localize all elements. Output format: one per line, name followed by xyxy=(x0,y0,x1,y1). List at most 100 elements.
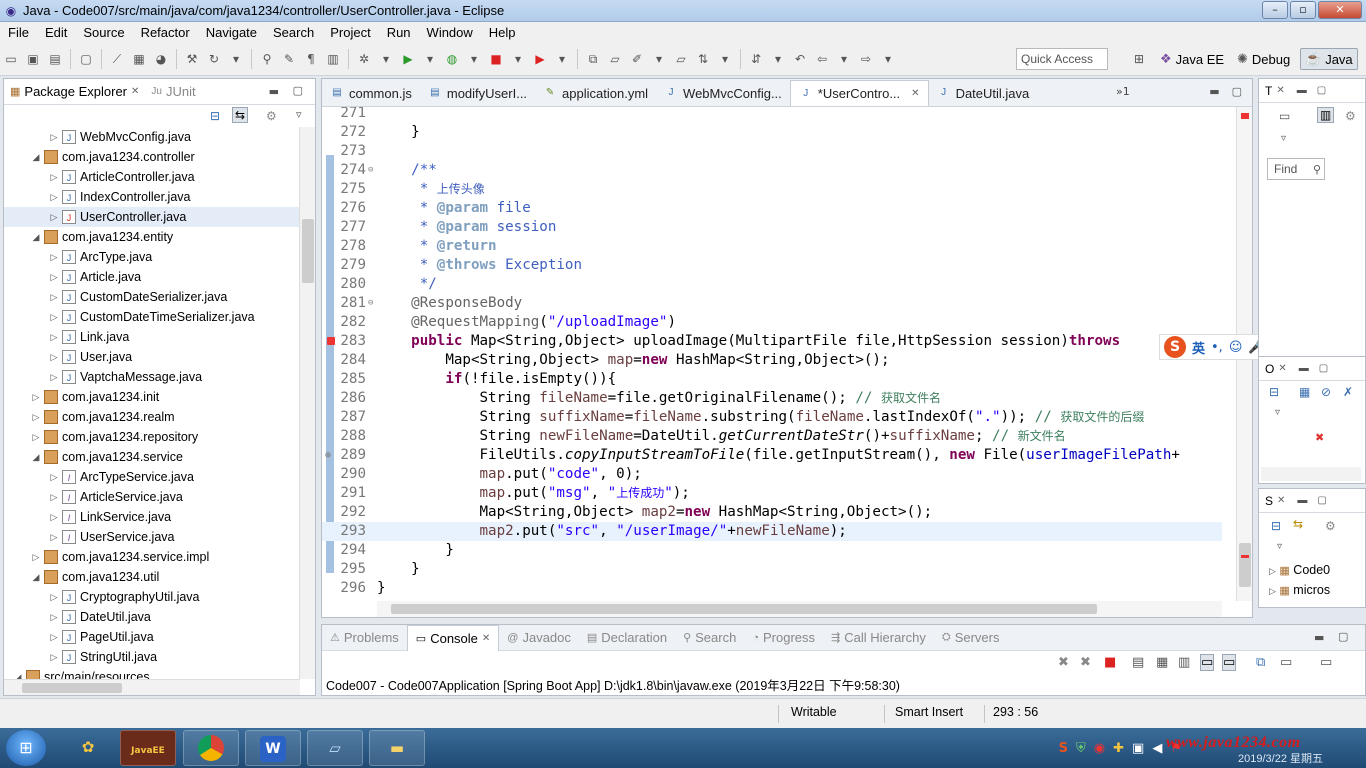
code-line[interactable]: 271 xyxy=(322,107,1222,123)
link-editor-icon[interactable]: ⇆ xyxy=(1293,517,1303,531)
minimize-view-icon[interactable]: ▬ xyxy=(269,85,279,98)
console-tab[interactable]: ▤ Declaration xyxy=(579,630,675,645)
expand-icon[interactable]: ▷ xyxy=(48,592,60,603)
open-resource-icon[interactable]: ▱ xyxy=(672,50,690,68)
code-line[interactable]: 280 */ xyxy=(322,275,1222,294)
maximize-view-icon[interactable]: ▢ xyxy=(1317,85,1326,96)
remove-all-icon[interactable]: ✖ xyxy=(1080,655,1091,670)
code-line[interactable]: 288 String newFileName=DateUtil.getCurre… xyxy=(322,427,1222,446)
close-icon[interactable]: ✕ xyxy=(482,633,490,644)
minimize-view-icon[interactable]: ▬ xyxy=(1299,363,1309,374)
file-node[interactable]: ▷ I LinkService.java xyxy=(4,507,300,527)
expand-icon[interactable]: ▷ xyxy=(48,172,60,183)
file-node[interactable]: ▷ J DateUtil.java xyxy=(4,607,300,627)
open-folder-icon[interactable]: ▱ xyxy=(606,50,624,68)
show-whitespace-icon[interactable]: ¶ xyxy=(302,50,320,68)
file-node[interactable]: ▷ J PageUtil.java xyxy=(4,627,300,647)
new-task-icon[interactable]: ▭ xyxy=(1279,109,1290,123)
sort-icon[interactable]: ▦ xyxy=(1299,385,1310,399)
code-line[interactable]: 290 map.put("code", 0); xyxy=(322,465,1222,484)
code-line[interactable]: 282 @RequestMapping("/uploadImage") xyxy=(322,313,1222,332)
expand-icon[interactable]: ▷ xyxy=(30,412,42,423)
tab-junit[interactable]: Ju JUnit xyxy=(145,79,201,105)
build-icon[interactable]: ⚒ xyxy=(183,50,201,68)
tab-package-explorer[interactable]: ▦ Package Explorer ✕ xyxy=(4,79,145,105)
save-all-icon[interactable]: ▤ xyxy=(46,50,64,68)
expand-icon[interactable]: ▷ xyxy=(48,512,60,523)
expand-icon[interactable]: ▷ xyxy=(48,252,60,263)
expand-icon[interactable]: ▷ xyxy=(48,272,60,283)
menu-file[interactable]: File xyxy=(0,25,37,40)
minimize-view-icon[interactable]: ▬ xyxy=(1314,631,1324,644)
stop-icon[interactable]: ■ xyxy=(487,50,505,68)
perspective-debug[interactable]: ✺ Debug xyxy=(1233,48,1294,70)
menu-search[interactable]: Search xyxy=(265,25,322,40)
warning-marker-icon[interactable]: ⊗ xyxy=(325,446,331,465)
expand-icon[interactable]: ▷ xyxy=(48,612,60,623)
expand-icon[interactable]: ▷ xyxy=(48,632,60,643)
menu-source[interactable]: Source xyxy=(75,25,132,40)
file-node[interactable]: ▷ I ArcTypeService.java xyxy=(4,467,300,487)
maximize-view-icon[interactable]: ▢ xyxy=(293,84,303,97)
antivirus-tray-icon[interactable]: ◉ xyxy=(1094,741,1105,756)
open-type-icon[interactable]: ⧉ xyxy=(584,50,602,68)
code-line[interactable]: 292 Map<String,Object> map2=new HashMap<… xyxy=(322,503,1222,522)
expand-icon[interactable]: ▷ xyxy=(48,192,60,203)
scroll-thumb[interactable] xyxy=(391,604,1097,614)
annotation-icon[interactable]: ⇅ xyxy=(694,50,712,68)
code-line[interactable]: 293 map2.put("src", "/userImage/"+newFil… xyxy=(322,522,1222,541)
plus-tray-icon[interactable]: ✚ xyxy=(1113,741,1124,756)
new-icon[interactable]: ▭ xyxy=(2,50,20,68)
filter-icon[interactable]: ⚙ xyxy=(266,109,277,123)
fold-collapse-icon[interactable]: ⊖ xyxy=(368,161,373,180)
expand-icon[interactable]: ▷ xyxy=(48,352,60,363)
tab-servers[interactable]: S ✕ ▬ ▢ xyxy=(1259,489,1365,513)
maximize-view-icon[interactable]: ▢ xyxy=(1338,630,1348,643)
file-node[interactable]: ▷ J CustomDateTimeSerializer.java xyxy=(4,307,300,327)
link-editor-icon[interactable]: ⇆ xyxy=(232,107,249,123)
package-node[interactable]: ▷ com.java1234.realm xyxy=(4,407,300,427)
expand-icon[interactable]: ▷ xyxy=(48,212,60,223)
dropdown-icon[interactable]: ▾ xyxy=(465,50,483,68)
taskbar-date[interactable]: 2019/3/22 星期五 xyxy=(1238,750,1323,766)
maximize-view-icon[interactable]: ▢ xyxy=(1319,363,1328,374)
taskbar-app-wps[interactable]: W xyxy=(245,730,301,766)
run-icon[interactable]: ▶ xyxy=(399,50,417,68)
dropdown-icon[interactable]: ▾ xyxy=(716,50,734,68)
save-icon[interactable]: ▣ xyxy=(24,50,42,68)
tab-outline[interactable]: O ✕ ▬ ▢ xyxy=(1259,357,1365,381)
file-node[interactable]: ▷ J WebMvcConfig.java xyxy=(4,127,300,147)
more-tabs-indicator[interactable]: »1 xyxy=(1116,85,1130,98)
coverage-icon[interactable]: ◍ xyxy=(443,50,461,68)
code-line[interactable]: 286 String fileName=file.getOriginalFile… xyxy=(322,389,1222,408)
search-icon[interactable]: ⚲ xyxy=(258,50,276,68)
dropdown-icon[interactable]: ▾ xyxy=(421,50,439,68)
expand-icon[interactable]: ▷ xyxy=(48,332,60,343)
perspective-java[interactable]: ☕ Java xyxy=(1300,48,1358,70)
file-node[interactable]: ▷ J Article.java xyxy=(4,267,300,287)
file-node[interactable]: ▷ J IndexController.java xyxy=(4,187,300,207)
emoji-icon[interactable]: ☺ xyxy=(1229,340,1243,355)
close-icon[interactable]: ✕ xyxy=(1278,363,1286,374)
file-node[interactable]: ▷ J User.java xyxy=(4,347,300,367)
scroll-thumb[interactable] xyxy=(22,683,122,693)
punctuation-icon[interactable]: •, xyxy=(1211,340,1223,355)
expand-icon[interactable]: ▷ xyxy=(48,492,60,503)
expand-icon[interactable]: ▷ xyxy=(48,292,60,303)
view-menu-icon[interactable]: ▿ xyxy=(1277,541,1282,552)
debug-icon[interactable]: ✲ xyxy=(355,50,373,68)
perspective-java-ee[interactable]: ❖ Java EE xyxy=(1156,48,1228,70)
server-item[interactable]: ▷ ▦ micros xyxy=(1269,583,1330,597)
collapse-all-icon[interactable]: ⊟ xyxy=(1271,519,1281,533)
dropdown-icon[interactable]: ▾ xyxy=(879,50,897,68)
package-explorer-scrollbar[interactable] xyxy=(299,127,315,679)
toggle-mark-icon[interactable]: ▦ xyxy=(130,50,148,68)
dropdown-icon[interactable]: ▾ xyxy=(769,50,787,68)
expand-icon[interactable]: ◢ xyxy=(30,452,42,463)
last-edit-icon[interactable]: ↶ xyxy=(791,50,809,68)
code-line[interactable]: 276 * @param file xyxy=(322,199,1222,218)
expand-icon[interactable]: ◢ xyxy=(30,152,42,163)
skip-breakpoints-icon[interactable]: ⟋ xyxy=(108,50,126,68)
filter-icon[interactable]: ⚙ xyxy=(1345,109,1356,123)
package-node[interactable]: ◢ src/main/resources xyxy=(4,667,300,679)
